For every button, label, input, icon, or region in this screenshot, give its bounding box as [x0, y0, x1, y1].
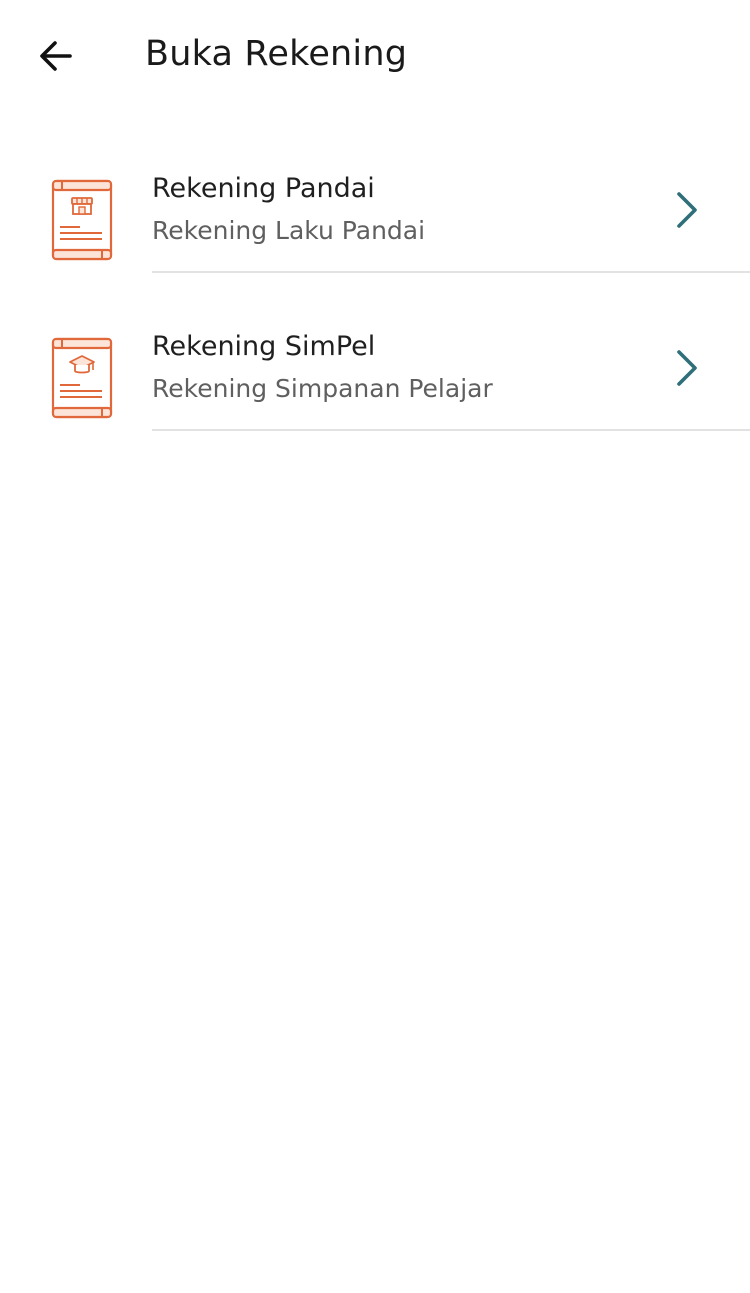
- item-subtitle: Rekening Simpanan Pelajar: [152, 374, 493, 403]
- divider: [152, 271, 750, 273]
- divider: [152, 429, 750, 431]
- item-title: Rekening SimPel: [152, 331, 376, 362]
- storefront-document-icon: [51, 179, 113, 261]
- arrow-left-icon: [40, 41, 72, 71]
- list-item-rekening-pandai[interactable]: Rekening Pandai Rekening Laku Pandai: [0, 146, 750, 304]
- account-type-list: Rekening Pandai Rekening Laku Pandai Rek…: [0, 146, 750, 462]
- chevron-right-icon: [677, 350, 697, 386]
- back-button[interactable]: [26, 26, 86, 86]
- item-subtitle: Rekening Laku Pandai: [152, 216, 426, 245]
- graduation-cap-document-icon: [51, 337, 113, 419]
- item-title: Rekening Pandai: [152, 173, 375, 204]
- page-title: Buka Rekening: [145, 34, 408, 74]
- app-screen: Buka Rekening Rekening Pandai Rekening L…: [0, 0, 750, 1293]
- app-header: Buka Rekening: [0, 0, 750, 110]
- list-item-rekening-simpel[interactable]: Rekening SimPel Rekening Simpanan Pelaja…: [0, 304, 750, 462]
- chevron-right-icon: [677, 192, 697, 228]
